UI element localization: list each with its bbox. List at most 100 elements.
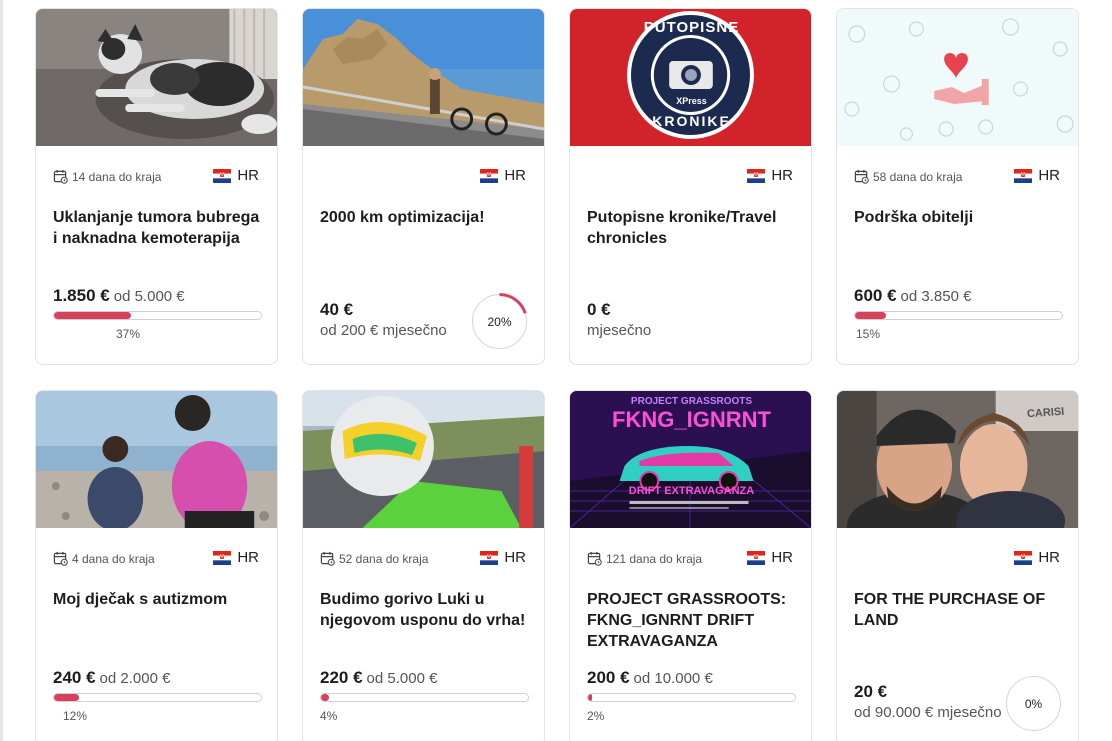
campaign-card-travel[interactable]: PUTOPISNE XPress KRONIKE HR Putopisne kr… <box>569 8 812 365</box>
deadline-text: 121 dana do kraja <box>606 551 703 566</box>
campaign-card-optimization[interactable]: HR 2000 km optimizacija! 40 € od 200 € m… <box>302 8 545 365</box>
logo-text-top: PUTOPISNE <box>643 19 740 36</box>
campaign-image-logo[interactable]: PUTOPISNE XPress KRONIKE <box>570 9 811 146</box>
calendar-clock-icon <box>320 551 335 566</box>
campaign-image-poster[interactable]: PROJECT GRASSROOTS FKNG_IGNRNT DRIFT EXT… <box>570 391 811 528</box>
campaign-meta: HR <box>587 167 793 187</box>
croatia-flag-icon <box>213 550 232 565</box>
progress-ring: 20% <box>471 293 528 350</box>
progress-fill <box>321 694 330 701</box>
progress-percent: 4% <box>320 709 338 723</box>
amount-row: 220 € od 5.000 € <box>320 668 437 688</box>
croatia-flag-icon <box>1014 550 1033 565</box>
country-badge: HR <box>1014 549 1060 566</box>
campaign-meta: 58 dana do kraja HR <box>854 167 1060 187</box>
progress-percent: 20% <box>487 314 512 329</box>
progress-percent: 12% <box>63 709 88 723</box>
raised-amount: 40 € <box>320 300 354 319</box>
country-badge: HR <box>213 167 259 184</box>
calendar-clock-icon <box>854 169 869 184</box>
country-badge: HR <box>1014 167 1060 184</box>
deadline-text: 14 dana do kraja <box>72 169 162 184</box>
campaign-title[interactable]: 2000 km optimizacija! <box>320 207 530 228</box>
campaign-image-donation[interactable] <box>837 9 1078 146</box>
country-badge: HR <box>747 167 793 184</box>
progress-percent: 15% <box>856 327 881 341</box>
country-badge: HR <box>480 549 526 566</box>
campaign-meta: 14 dana do kraja HR <box>53 167 259 187</box>
campaign-card-racing[interactable]: 52 dana do kraja HR Budimo gorivo Luki u… <box>302 390 545 741</box>
campaign-title[interactable]: Putopisne kronike/Travel chronicles <box>587 207 797 249</box>
poster-text-bottom: DRIFT EXTRAVAGANZA <box>628 485 755 497</box>
country-code: HR <box>1038 167 1060 184</box>
amount-row: 200 € od 10.000 € <box>587 668 713 688</box>
raised-amount: 200 € <box>587 668 630 687</box>
raised-amount: 600 € <box>854 286 897 305</box>
deadline-info: 52 dana do kraja <box>320 551 428 566</box>
logo-text-brand: XPress <box>676 96 707 106</box>
campaign-card-drift[interactable]: PROJECT GRASSROOTS FKNG_IGNRNT DRIFT EXT… <box>569 390 812 741</box>
campaign-meta: 4 dana do kraja HR <box>53 549 259 569</box>
croatia-flag-icon <box>747 168 766 183</box>
campaign-image-cyclist[interactable] <box>303 9 544 146</box>
campaign-image-dog[interactable] <box>36 9 277 146</box>
deadline-text: 58 dana do kraja <box>873 169 963 184</box>
campaign-card-tumor[interactable]: 14 dana do kraja HR Uklanjanje tumora bu… <box>35 8 278 365</box>
goal-amount: od 2.000 € <box>99 670 171 687</box>
campaign-meta: 52 dana do kraja HR <box>320 549 526 569</box>
croatia-flag-icon <box>480 168 499 183</box>
country-badge: HR <box>747 549 793 566</box>
deadline-info: 4 dana do kraja <box>53 551 155 566</box>
progress-bar <box>320 693 529 702</box>
deadline-info: 121 dana do kraja <box>587 551 702 566</box>
croatia-flag-icon <box>213 168 232 183</box>
campaign-card-family[interactable]: 58 dana do kraja HR Podrška obitelji 600… <box>836 8 1079 365</box>
raised-amount: 240 € <box>53 668 96 687</box>
amount-row: 240 € od 2.000 € <box>53 668 170 688</box>
campaign-title[interactable]: Podrška obitelji <box>854 207 1064 228</box>
country-code: HR <box>771 549 793 566</box>
goal-amount: od 10.000 € <box>633 670 713 687</box>
progress-ring: 0% <box>1005 675 1062 732</box>
goal-amount: od 5.000 € <box>113 288 185 305</box>
campaign-title[interactable]: Budimo gorivo Luki u njegovom usponu do … <box>320 589 530 631</box>
progress-percent: 2% <box>587 709 605 723</box>
calendar-clock-icon <box>53 551 68 566</box>
deadline-text: 52 dana do kraja <box>339 551 429 566</box>
campaign-grid: 14 dana do kraja HR Uklanjanje tumora bu… <box>35 8 1081 741</box>
progress-percent: 0% <box>1024 696 1043 711</box>
campaign-meta: 121 dana do kraja HR <box>587 549 793 569</box>
raised-amount: 220 € <box>320 668 363 687</box>
amount-row: 600 € od 3.850 € <box>854 286 971 306</box>
progress-bar <box>53 311 262 320</box>
deadline-text: 4 dana do kraja <box>72 551 155 566</box>
progress-fill <box>54 694 79 701</box>
campaign-title[interactable]: Moj dječak s autizmom <box>53 589 263 610</box>
country-code: HR <box>504 549 526 566</box>
logo-text-bottom: KRONIKE <box>652 113 731 129</box>
campaign-card-land[interactable]: CARISI HR FOR THE PURCHASE OF LAND 20 € … <box>836 390 1079 741</box>
campaign-card-autism[interactable]: 4 dana do kraja HR Moj dječak s autizmom… <box>35 390 278 741</box>
campaign-meta: HR <box>854 549 1060 569</box>
campaign-title[interactable]: FOR THE PURCHASE OF LAND <box>854 589 1064 631</box>
deadline-info: 14 dana do kraja <box>53 169 161 184</box>
campaign-image-racer[interactable] <box>303 391 544 528</box>
progress-bar <box>854 311 1063 320</box>
country-badge: HR <box>213 549 259 566</box>
progress-bar <box>53 693 262 702</box>
monthly-goal: od 90.000 € mjesečno <box>854 704 1002 721</box>
raised-amount: 1.850 € <box>53 286 110 305</box>
page-left-border <box>0 0 3 741</box>
campaign-title[interactable]: PROJECT GRASSROOTS: FKNG_IGNRNT DRIFT EX… <box>587 589 797 652</box>
croatia-flag-icon <box>747 550 766 565</box>
country-code: HR <box>237 549 259 566</box>
monthly-goal: od 200 € mjesečno <box>320 322 447 339</box>
country-code: HR <box>504 167 526 184</box>
campaign-title[interactable]: Uklanjanje tumora bubrega i naknadna kem… <box>53 207 263 249</box>
country-badge: HR <box>480 167 526 184</box>
country-code: HR <box>1038 549 1060 566</box>
campaign-image-seaside[interactable] <box>36 391 277 528</box>
progress-bar <box>587 693 796 702</box>
campaign-image-selfie[interactable]: CARISI <box>837 391 1078 528</box>
progress-fill <box>855 312 887 319</box>
